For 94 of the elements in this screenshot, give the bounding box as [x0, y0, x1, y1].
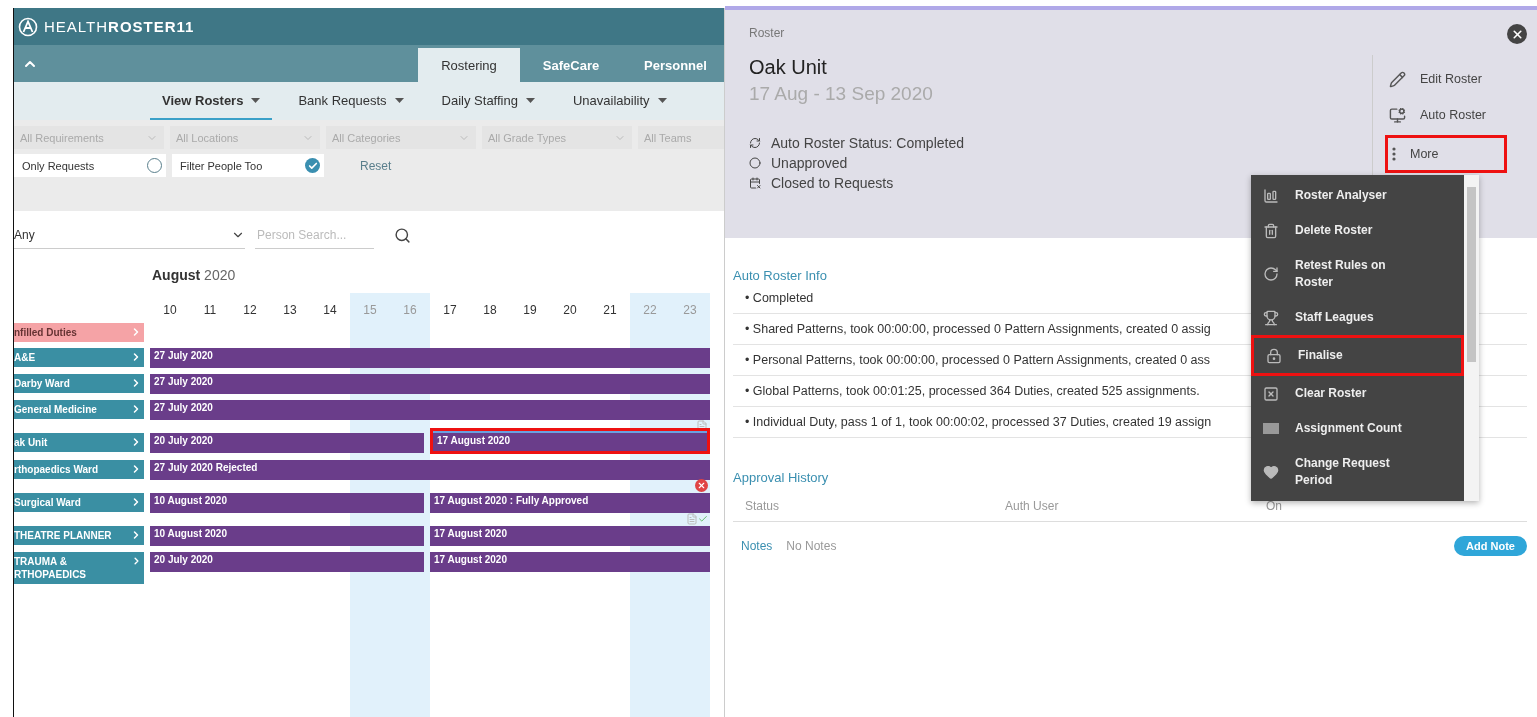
toggle-label: Filter People Too	[180, 159, 263, 172]
day-label: 10	[162, 302, 178, 319]
day-label: 12	[242, 302, 258, 319]
roster-bar[interactable]: 10 August 2020	[150, 526, 424, 546]
column-header: Auth User	[1005, 499, 1060, 513]
close-icon	[1510, 27, 1524, 41]
menu-item[interactable]: Roster Analyser	[1251, 178, 1464, 213]
status-text: Closed to Requests	[771, 175, 894, 191]
refresh-icon	[1263, 266, 1279, 282]
close-button[interactable]	[1507, 24, 1527, 44]
column-header: On	[1266, 499, 1283, 513]
roster-unit-label[interactable]: Darby Ward	[14, 374, 144, 393]
status-text: Unapproved	[771, 155, 848, 171]
heart-icon	[1263, 464, 1279, 480]
roster-bar[interactable]: 27 July 2020	[150, 400, 710, 420]
filter-toggle[interactable]: Filter People Too	[172, 154, 324, 177]
roster-dates: 17 Aug - 13 Sep 2020	[749, 83, 934, 105]
caret-icon	[394, 97, 404, 103]
roster-bar[interactable]: 20 July 2020	[150, 552, 424, 572]
scope-select[interactable]: Any	[14, 221, 245, 249]
action-button[interactable]: Auto Roster	[1385, 99, 1507, 131]
counter-icon	[1263, 423, 1279, 434]
day-label: 17	[442, 302, 458, 319]
monitor-gear-icon	[1389, 106, 1406, 124]
roster-bar[interactable]: 27 July 2020	[150, 348, 710, 368]
roster-bar[interactable]: 27 July 2020	[150, 374, 710, 394]
action-button[interactable]: More	[1388, 138, 1504, 170]
roster-unit-label[interactable]: nfilled Duties	[14, 323, 144, 342]
clear-icon	[1263, 385, 1279, 402]
sync-icon	[749, 137, 761, 149]
filter-toggle[interactable]: Only Requests	[14, 154, 166, 177]
check-icon	[307, 160, 318, 171]
scrollbar[interactable]	[1464, 175, 1479, 501]
nav-menu[interactable]: Unavailability	[560, 82, 679, 120]
panel-caption: Roster	[749, 26, 786, 40]
lock-icon	[1266, 347, 1282, 364]
search-icon[interactable]	[394, 226, 411, 244]
main-tab[interactable]: Rostering	[418, 48, 520, 82]
roster-unit-label[interactable]: A&E	[14, 348, 144, 367]
action-button[interactable]: Edit Roster	[1385, 63, 1507, 95]
more-icon	[1392, 147, 1396, 161]
roster-bar[interactable]: 27 July 2020 Rejected	[150, 460, 710, 480]
day-label: 16	[402, 302, 418, 319]
chart-icon	[1263, 187, 1279, 204]
day-label: 14	[322, 302, 338, 319]
main-tab[interactable]: Personnel	[622, 48, 724, 82]
nav-menu[interactable]: Daily Staffing	[429, 82, 547, 120]
roster-unit-label[interactable]: ak Unit	[14, 433, 144, 452]
roster-unit-label[interactable]: THEATRE PLANNER	[14, 526, 144, 545]
month-title: August 2020	[152, 267, 237, 283]
pencil-icon	[1389, 70, 1406, 88]
main-tab[interactable]: SafeCare	[520, 48, 622, 82]
checkbox[interactable]	[305, 158, 320, 173]
roster-bar[interactable]: 10 August 2020	[150, 493, 424, 513]
menu-item[interactable]: Finalise	[1254, 338, 1461, 373]
roster-unit-label[interactable]: Surgical Ward	[14, 493, 144, 512]
day-label: 20	[562, 302, 578, 319]
menu-item[interactable]: Delete Roster	[1251, 213, 1464, 248]
roster-unit-label[interactable]: General Medicine	[14, 400, 144, 419]
logo-icon	[18, 16, 38, 37]
column-header: Status	[745, 499, 781, 513]
notes-label: Notes	[741, 539, 773, 553]
day-label: 23	[682, 302, 698, 319]
day-label: 18	[482, 302, 498, 319]
notes-value: No Notes	[786, 539, 838, 553]
roster-unit-label[interactable]: TRAUMA & RTHOPAEDICS	[14, 552, 144, 584]
roster-bar[interactable]: 20 July 2020	[150, 433, 424, 453]
roster-bar[interactable]: 17 August 2020	[433, 431, 707, 451]
caret-icon	[657, 97, 667, 103]
day-label: 21	[602, 302, 618, 319]
day-label: 15	[362, 302, 378, 319]
circle-icon	[749, 157, 761, 169]
roster-unit-label[interactable]: rthopaedics Ward	[14, 460, 144, 479]
caret-icon	[251, 97, 261, 103]
calendar-icon	[749, 177, 761, 189]
roster-bar[interactable]: 17 August 2020	[430, 526, 710, 546]
day-label: 13	[282, 302, 298, 319]
roster-bar[interactable]: 17 August 2020 : Fully Approved	[430, 493, 710, 513]
nav-menu[interactable]: Bank Requests	[286, 82, 416, 120]
caret-icon	[525, 97, 535, 103]
section-heading: Auto Roster Info	[733, 268, 827, 283]
day-label: 22	[642, 302, 658, 319]
menu-item[interactable]: Change Request Period	[1251, 446, 1464, 498]
trophy-icon	[1263, 309, 1279, 326]
brand-name: HEALTHROSTER11	[44, 18, 195, 35]
section-heading: Approval History	[733, 470, 829, 485]
roster-bar[interactable]: 17 August 2020	[430, 552, 710, 572]
status-text: Auto Roster Status: Completed	[771, 135, 964, 151]
toggle-label: Only Requests	[22, 159, 95, 172]
day-label: 19	[522, 302, 538, 319]
trash-icon	[1263, 222, 1279, 239]
day-label: 11	[202, 302, 218, 319]
roster-title: Oak Unit	[749, 56, 828, 79]
reset-button[interactable]: Reset	[330, 154, 422, 177]
